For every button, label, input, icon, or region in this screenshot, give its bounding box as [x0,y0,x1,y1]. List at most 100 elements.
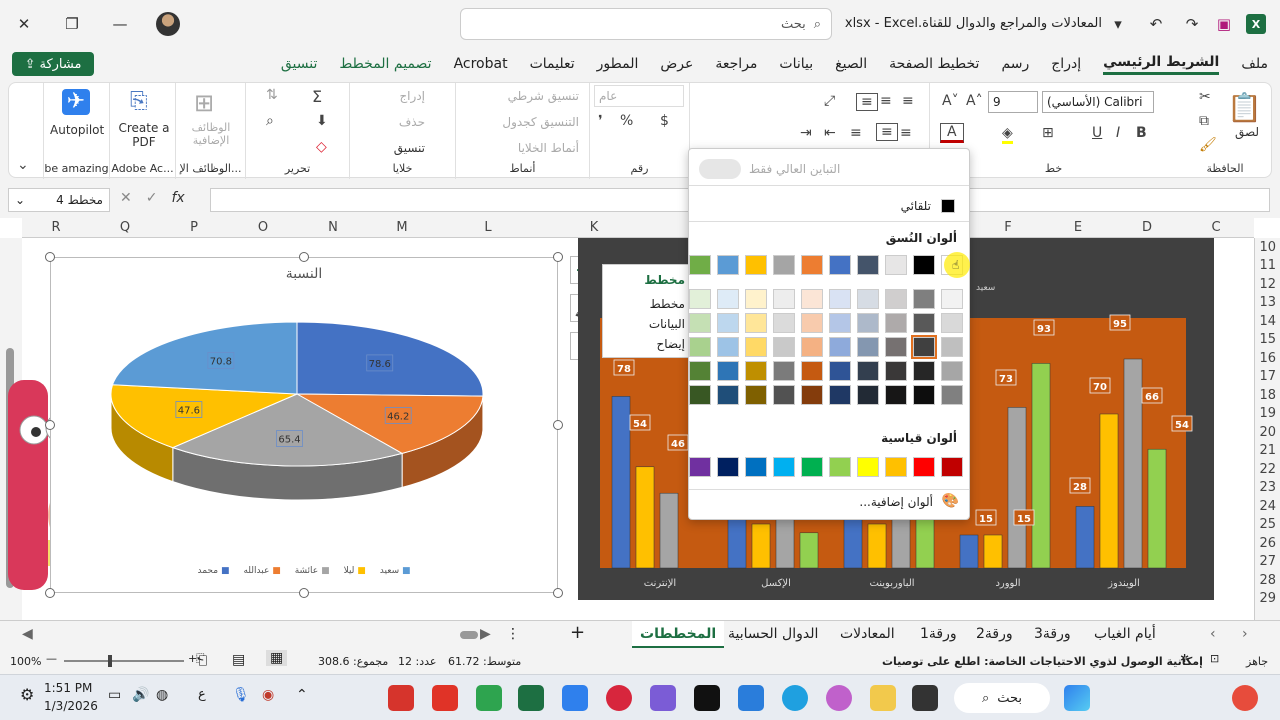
chevron-up-icon[interactable]: ⌃ [296,687,308,703]
italic-icon[interactable]: I [1116,125,1120,141]
avatar[interactable] [156,12,180,36]
theme-color-swatch[interactable] [941,361,963,381]
data-label[interactable]: 47.6 [178,406,200,417]
borders-icon[interactable]: ⊞ [1042,125,1054,141]
tab-sheet2[interactable]: ورقة2 [976,626,1013,642]
align-left-icon[interactable]: ≡ [850,125,862,141]
tab-view[interactable]: عرض [660,56,693,72]
theme-color-swatch[interactable] [745,361,767,381]
row-header[interactable]: 20 [1259,425,1276,440]
bar[interactable] [843,514,863,569]
copy-icon[interactable]: ⧉ [1199,113,1209,129]
tab-file[interactable]: ملف [1241,56,1268,72]
tab-acrobat[interactable]: Acrobat [454,56,508,72]
resize-handle[interactable] [553,588,563,598]
minimize-icon[interactable]: — [108,12,132,36]
data-label[interactable]: 46 [671,439,685,450]
taskbar-app-icon[interactable] [388,685,414,711]
theme-color-swatch[interactable] [717,385,739,405]
theme-color-swatch[interactable] [941,337,963,357]
tab-review[interactable]: مراجعة [715,56,757,72]
row-header[interactable]: 19 [1259,406,1276,421]
tab-home[interactable]: الشريط الرئيسي [1103,54,1220,75]
column-header[interactable]: Q [105,220,145,235]
row-header[interactable]: 22 [1259,462,1276,477]
theme-color-swatch[interactable] [745,289,767,309]
format-as-table-button[interactable]: التنسيق كجدول [502,115,579,129]
column-header[interactable]: O [243,220,283,235]
paste-icon[interactable]: 📋 [1227,91,1262,124]
data-label[interactable]: 70.8 [210,356,232,367]
standard-color-swatch[interactable] [885,457,907,477]
theme-color-swatch[interactable] [857,337,879,357]
zoom-level[interactable]: 100% [10,655,41,668]
bar[interactable] [867,523,887,569]
theme-color-swatch[interactable] [941,313,963,333]
tab-absences[interactable]: أيام الغياب [1094,626,1156,642]
data-label[interactable]: 95 [1113,319,1127,330]
column-header[interactable]: D [1127,220,1167,235]
standard-color-swatch[interactable] [689,457,711,477]
tab-sheet3[interactable]: ورقة3 [1034,626,1071,642]
theme-color-swatch[interactable] [885,361,907,381]
taskbar-app-icon[interactable] [912,685,938,711]
create-pdf-button[interactable]: Create a PDF [116,121,172,149]
scroll-left-icon[interactable]: ◀ [22,626,33,642]
tabs-prev-icon[interactable]: ‹ [1210,626,1216,642]
data-label[interactable]: 54 [633,419,647,430]
align-right-icon[interactable]: ≡ [900,125,912,141]
sort-filter-icon[interactable]: ⇅ [266,87,278,103]
accessibility-status[interactable]: إمكانية الوصول لذوي الاحتياجات الخاصة: ا… [882,655,1203,668]
save-icon[interactable]: ▣ [1212,12,1236,36]
zoom-out-icon[interactable]: — [46,652,57,665]
theme-color-swatch[interactable] [717,361,739,381]
bar[interactable] [1007,407,1027,569]
settings-icon[interactable]: ⚙ [20,685,34,704]
format-cells-button[interactable]: تنسيق [394,141,425,155]
tab-charts[interactable]: المخططات [632,621,725,649]
tab-draw[interactable]: رسم [1001,56,1029,72]
theme-color-swatch[interactable] [689,313,711,333]
tab-sheet1[interactable]: ورقة1 [920,626,957,642]
column-header[interactable]: C [1196,220,1236,235]
font-size-select[interactable]: 9 [988,91,1038,113]
column-header[interactable]: L [468,220,508,235]
row-header[interactable]: 29 [1259,591,1276,606]
fill-icon[interactable]: ⬇ [316,113,328,129]
theme-color-swatch[interactable] [829,337,851,357]
data-label[interactable]: 93 [1037,324,1051,335]
add-sheet-button[interactable]: + [570,622,585,643]
battery-icon[interactable]: ▭ [108,687,121,703]
collapse-ribbon-icon[interactable]: ⌄ [17,157,29,173]
cancel-icon[interactable]: ✕ [120,190,132,206]
resize-handle[interactable] [553,252,563,262]
theme-color-swatch[interactable] [717,289,739,309]
outdent-icon[interactable]: ⇥ [800,125,812,141]
percent-icon[interactable]: % [620,113,633,129]
fx-icon[interactable]: fx [171,190,184,206]
addins-button[interactable]: الوظائف الإضافية [182,121,240,147]
row-header[interactable]: 16 [1259,351,1276,366]
cut-icon[interactable]: ✂ [1199,89,1211,105]
standard-color-swatch[interactable] [913,457,935,477]
theme-color-swatch[interactable] [773,289,795,309]
theme-color-swatch[interactable] [801,361,823,381]
theme-color-swatch[interactable] [941,289,963,309]
tab-format[interactable]: تنسيق [281,56,318,72]
theme-color-swatch[interactable] [885,255,907,275]
undo-icon[interactable]: ↶ [1144,12,1168,36]
store-app-icon[interactable] [738,685,764,711]
chevron-down-icon[interactable]: ▾ [1106,12,1130,36]
theme-color-swatch[interactable] [801,313,823,333]
standard-color-swatch[interactable] [717,457,739,477]
underline-icon[interactable]: U [1092,125,1102,141]
acrobat-app-icon[interactable] [432,685,458,711]
automatic-color-swatch[interactable] [941,199,955,213]
theme-color-swatch[interactable] [801,385,823,405]
delete-cells-button[interactable]: حذف [399,115,425,129]
fill-color-icon[interactable]: ◈ [1002,125,1013,144]
theme-color-swatch[interactable] [857,385,879,405]
bar[interactable] [751,523,771,569]
taskbar-app-icon[interactable] [476,685,502,711]
tab-data[interactable]: بيانات [779,56,813,72]
